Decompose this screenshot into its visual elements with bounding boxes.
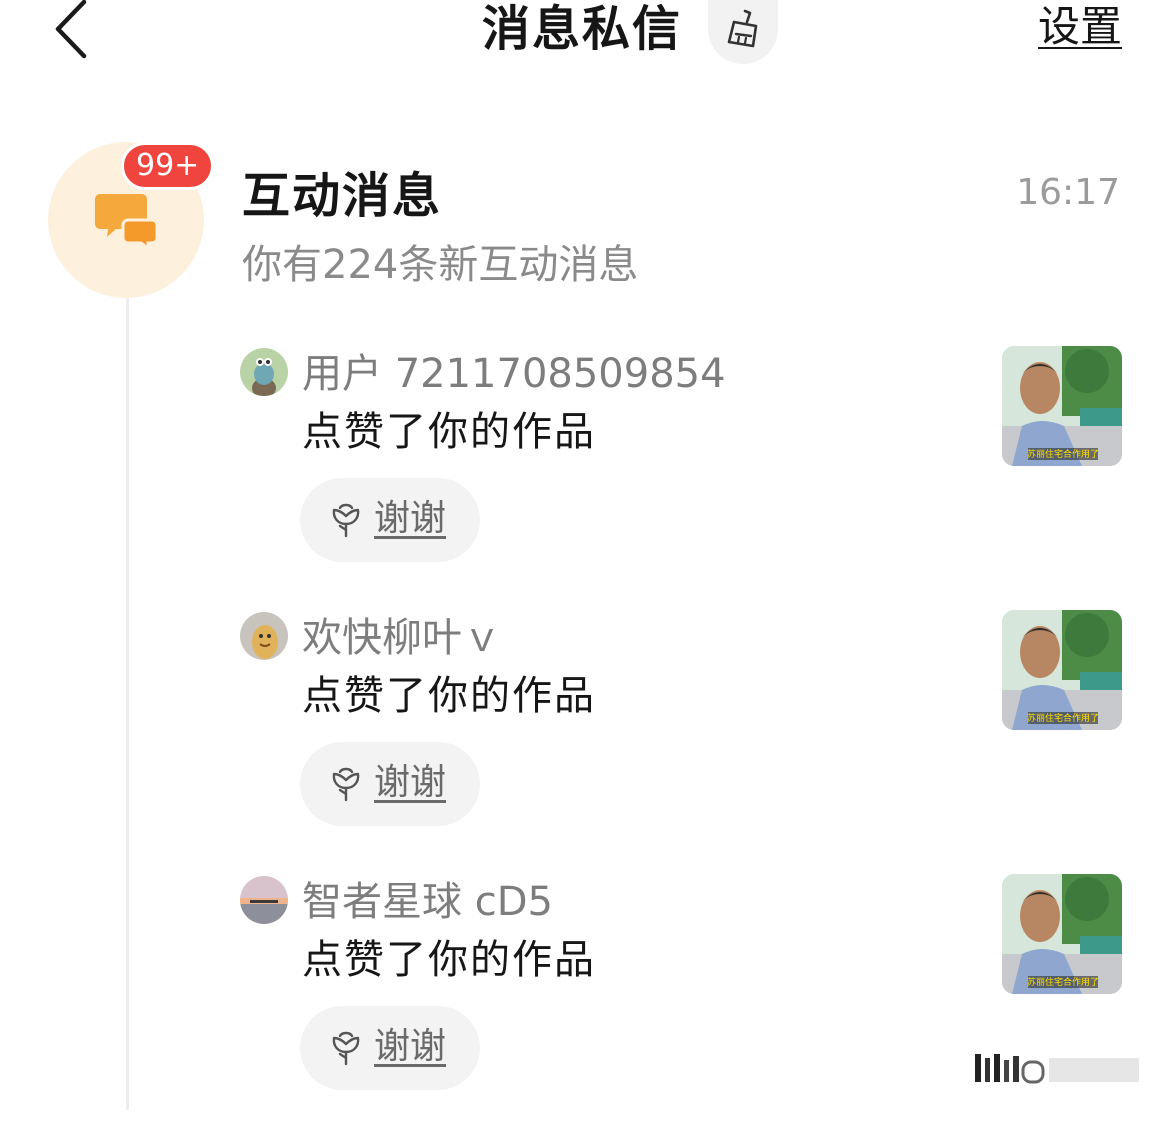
flower-icon <box>332 503 360 538</box>
message-time: 16:17 <box>1016 172 1120 213</box>
list-item[interactable]: 欢快柳叶ｖ 点赞了你的作品 谢谢 苏丽住宅合作用了 <box>0 610 1170 874</box>
username[interactable]: 智者星球 cD5 <box>302 876 553 928</box>
thumbnail-caption: 苏丽住宅合作用了 <box>1027 976 1099 988</box>
settings-link[interactable]: 设置 <box>1038 0 1122 56</box>
thanks-button[interactable]: 谢谢 <box>300 478 480 562</box>
page-title: 消息私信 <box>482 1 683 57</box>
avatar[interactable] <box>240 348 288 396</box>
flower-icon <box>332 1031 360 1066</box>
thanks-button[interactable]: 谢谢 <box>300 742 480 826</box>
video-thumbnail[interactable]: 苏丽住宅合作用了 <box>1002 610 1122 730</box>
thanks-label: 谢谢 <box>374 1026 447 1067</box>
thanks-label: 谢谢 <box>374 762 447 803</box>
action-text: 点赞了你的作品 <box>302 409 596 455</box>
thumbnail-caption: 苏丽住宅合作用了 <box>1027 448 1099 460</box>
thanks-label: 谢谢 <box>374 498 447 539</box>
video-thumbnail[interactable]: 苏丽住宅合作用了 <box>1002 346 1122 466</box>
interaction-messages-summary[interactable]: 你有224条新互动消息 <box>242 232 638 290</box>
unread-count-badge: 99+ <box>121 142 215 190</box>
thumbnail-caption: 苏丽住宅合作用了 <box>1027 712 1099 724</box>
thanks-button[interactable]: 谢谢 <box>300 1006 480 1090</box>
chevron-left-icon <box>55 0 87 59</box>
avatar[interactable] <box>240 876 288 924</box>
chat-bubbles-icon <box>95 194 159 250</box>
list-item[interactable]: 用户 7211708509854 点赞了你的作品 谢谢 苏丽住宅合作用了 <box>0 346 1170 610</box>
watermark-logo <box>975 1048 1145 1096</box>
avatar[interactable] <box>240 612 288 660</box>
back-button[interactable] <box>50 0 94 62</box>
list-item[interactable]: 智者星球 cD5 点赞了你的作品 谢谢 苏丽住宅合作用了 <box>0 874 1170 1138</box>
username[interactable]: 欢快柳叶ｖ <box>302 612 502 664</box>
broom-icon <box>727 9 758 48</box>
username[interactable]: 用户 7211708509854 <box>302 348 726 400</box>
interaction-messages-title[interactable]: 互动消息 <box>242 156 442 226</box>
action-text: 点赞了你的作品 <box>302 673 596 719</box>
action-text: 点赞了你的作品 <box>302 937 596 983</box>
flower-icon <box>332 767 360 802</box>
video-thumbnail[interactable]: 苏丽住宅合作用了 <box>1002 874 1122 994</box>
clean-unread-button[interactable] <box>708 0 778 64</box>
